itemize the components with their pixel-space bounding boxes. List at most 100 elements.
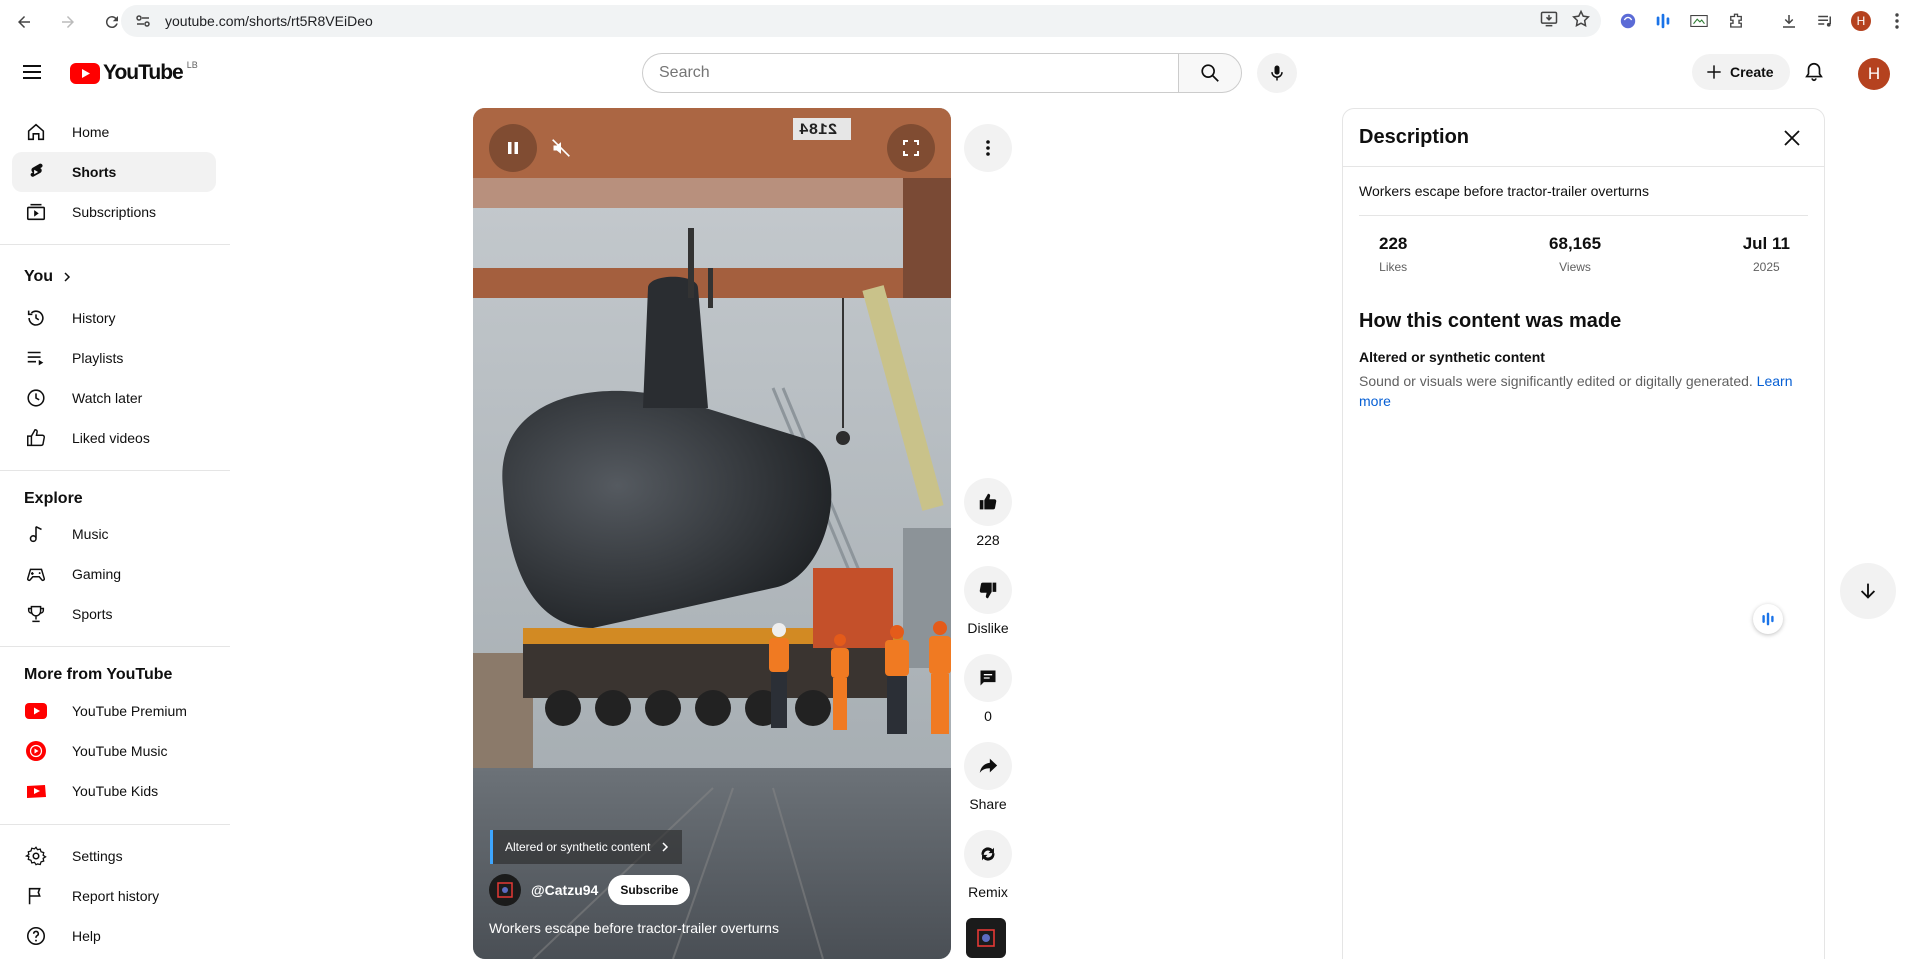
share-button[interactable]: Share [964, 742, 1012, 812]
sidebar-item-settings[interactable]: Settings [12, 836, 216, 876]
browser-menu-icon[interactable] [1884, 8, 1910, 34]
fullscreen-icon [903, 140, 919, 156]
sidebar-more-heading: More from YouTube [24, 666, 173, 683]
sidebar-item-youtube-premium[interactable]: YouTube Premium [12, 691, 216, 731]
video-stats: 228 Likes 68,165 Views Jul 11 2025 [1379, 234, 1790, 274]
sidebar-item-youtube-music[interactable]: YouTube Music [12, 731, 216, 771]
search-button[interactable] [1178, 53, 1242, 93]
thumbs-up-icon [979, 493, 997, 510]
create-button[interactable]: Create [1692, 54, 1790, 90]
dislike-button[interactable]: Dislike [964, 566, 1012, 636]
forward-icon[interactable] [56, 10, 80, 34]
search-input[interactable] [642, 53, 1179, 93]
mute-button[interactable] [537, 124, 585, 172]
voice-search-button[interactable] [1257, 53, 1297, 93]
notifications-button[interactable] [1800, 58, 1828, 86]
sidebar-item-help[interactable]: Help [12, 916, 216, 956]
video-title[interactable]: Workers escape before tractor-trailer ov… [489, 920, 779, 936]
avatar[interactable]: H [1858, 58, 1890, 90]
site-info-icon[interactable] [133, 11, 153, 31]
sidebar-item-youtube-kids[interactable]: YouTube Kids [12, 771, 216, 811]
youtube-premium-icon [24, 699, 48, 723]
menu-icon[interactable] [20, 60, 44, 84]
sidebar-item-label: Gaming [72, 566, 122, 582]
sidebar-item-liked-videos[interactable]: Liked videos [12, 418, 216, 458]
more-vertical-icon [986, 140, 990, 156]
browser-profile[interactable]: H [1848, 8, 1874, 34]
address-bar[interactable]: youtube.com/shorts/rt5R8VEiDeo [121, 5, 1601, 37]
sidebar-item-playlists[interactable]: Playlists [12, 338, 216, 378]
sidebar-item-label: Watch later [72, 390, 143, 406]
next-video-button[interactable] [1840, 563, 1896, 619]
sidebar-item-watch-later[interactable]: Watch later [12, 378, 216, 418]
remix-button[interactable]: Remix [964, 830, 1012, 900]
back-icon[interactable] [12, 10, 36, 34]
search-box [642, 53, 1242, 93]
subscriptions-icon [24, 200, 48, 224]
gear-icon [24, 844, 48, 868]
description-text: Workers escape before tractor-trailer ov… [1359, 183, 1808, 216]
youtube-logo[interactable]: YouTube LB [70, 60, 198, 85]
bookmark-star-icon[interactable] [1571, 9, 1591, 29]
sidebar-item-report-history[interactable]: Report history [12, 876, 216, 916]
bell-icon [1805, 62, 1823, 82]
share-icon [979, 758, 998, 773]
comment-icon [980, 670, 996, 686]
share-label: Share [969, 796, 1007, 812]
like-count: 228 [976, 532, 1000, 548]
shorts-video-player[interactable]: 2184 Altered or synthetic content @Catzu… [473, 108, 951, 959]
channel-row: @Catzu94 Subscribe [489, 874, 691, 906]
channel-name[interactable]: @Catzu94 [531, 882, 598, 898]
help-icon [24, 924, 48, 948]
like-button[interactable]: 228 [964, 478, 1012, 548]
sidebar-item-label: Music [72, 526, 109, 542]
sidebar-item-music[interactable]: Music [12, 514, 216, 554]
extension-video-icon[interactable] [1686, 8, 1712, 34]
assistant-icon[interactable] [1753, 604, 1783, 634]
sound-thumbnail[interactable] [966, 918, 1006, 958]
date-stat: Jul 11 2025 [1742, 234, 1790, 274]
sidebar: Home Shorts Subscriptions You History Pl… [0, 100, 230, 959]
sidebar-item-subscriptions[interactable]: Subscriptions [12, 192, 216, 232]
more-options-button[interactable] [964, 124, 1012, 172]
sidebar-item-shorts[interactable]: Shorts [12, 152, 216, 192]
extension-globe-icon[interactable] [1615, 8, 1641, 34]
subscribe-button[interactable]: Subscribe [608, 875, 691, 905]
create-label: Create [1730, 64, 1774, 80]
sidebar-item-label: Report history [72, 888, 160, 904]
trophy-icon [24, 602, 48, 626]
music-icon [24, 522, 48, 546]
youtube-logo-icon [70, 62, 100, 84]
sidebar-you-heading[interactable]: You [24, 268, 73, 286]
sidebar-item-gaming[interactable]: Gaming [12, 554, 216, 594]
arrow-down-icon [1860, 583, 1876, 599]
how-made-heading: How this content was made [1359, 310, 1622, 332]
volume-muted-icon [552, 139, 570, 157]
youtube-kids-icon [24, 779, 48, 803]
chevron-right-icon [662, 842, 669, 852]
media-control-icon[interactable] [1812, 8, 1838, 34]
likes-stat: 228 Likes [1379, 234, 1408, 274]
divider [0, 824, 230, 825]
sidebar-item-home[interactable]: Home [12, 112, 216, 152]
pause-button[interactable] [489, 124, 537, 172]
close-description-button[interactable] [1776, 122, 1808, 154]
sidebar-explore-heading: Explore [24, 490, 83, 507]
plus-icon [1707, 65, 1721, 79]
extensions-puzzle-icon[interactable] [1723, 8, 1749, 34]
flag-icon [24, 884, 48, 908]
browser-toolbar: youtube.com/shorts/rt5R8VEiDeo H [0, 0, 1916, 44]
comments-button[interactable]: 0 [964, 654, 1012, 724]
crane-number-plate: 2184 [799, 121, 838, 139]
sidebar-item-sports[interactable]: Sports [12, 594, 216, 634]
downloads-icon[interactable] [1776, 8, 1802, 34]
altered-content-chip[interactable]: Altered or synthetic content [490, 830, 683, 864]
sidebar-item-history[interactable]: History [12, 298, 216, 338]
microphone-icon [1271, 65, 1283, 81]
sidebar-item-label: History [72, 310, 116, 326]
history-icon [24, 306, 48, 330]
extension-audio-icon[interactable] [1650, 8, 1676, 34]
channel-avatar[interactable] [489, 874, 521, 906]
fullscreen-button[interactable] [887, 124, 935, 172]
install-app-icon[interactable] [1539, 9, 1559, 29]
